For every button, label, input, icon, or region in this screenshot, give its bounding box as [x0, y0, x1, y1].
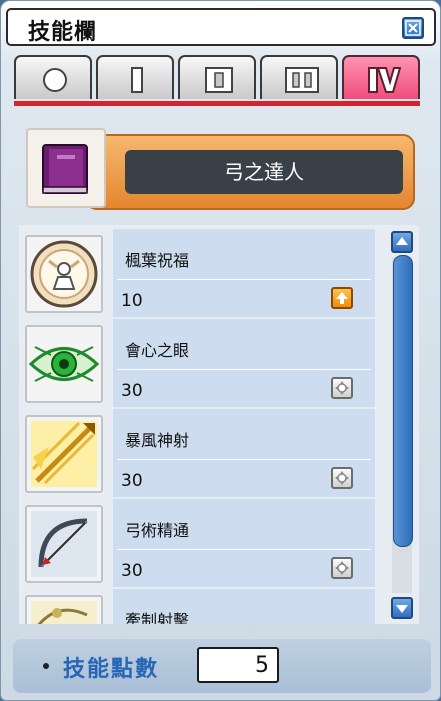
skill-info: 暴風神射 30	[113, 409, 375, 497]
tab-job-1[interactable]	[96, 55, 174, 99]
divider	[117, 369, 371, 370]
arrows-icon	[335, 471, 349, 485]
tab-job-4[interactable]	[342, 55, 420, 99]
skill-level: 30	[121, 381, 143, 401]
skill-points-value: 5	[255, 653, 269, 678]
arrows-icon	[335, 381, 349, 395]
arrows-icon	[335, 561, 349, 575]
maple-warrior-icon	[30, 240, 98, 308]
job-panel: 弓之達人	[23, 125, 420, 213]
skill-name: 牽制射擊	[125, 611, 190, 624]
job-tabs	[14, 53, 420, 101]
skill-icon-frame[interactable]	[25, 325, 103, 403]
skill-row: 楓葉祝福 10	[19, 229, 387, 317]
skill-row: 弓術精通 30	[19, 499, 387, 587]
tab-job-3[interactable]	[260, 55, 338, 99]
job-name: 弓之達人	[125, 150, 403, 194]
skill-name: 弓術精通	[125, 521, 190, 540]
skill-info: 牽制射擊	[113, 589, 375, 624]
scrollbar[interactable]	[388, 227, 416, 625]
scroll-up-button[interactable]	[391, 231, 413, 253]
skill-points-box: 5	[197, 647, 279, 683]
skill-level: 10	[121, 291, 143, 311]
divider	[117, 549, 371, 550]
bullet-icon	[43, 663, 49, 669]
arrow-up-icon	[336, 292, 348, 304]
level-up-button[interactable]	[331, 557, 353, 579]
bow-expert-icon	[31, 511, 97, 577]
job-book-frame	[26, 128, 106, 208]
tab-divider	[14, 101, 420, 106]
job-name-bar: 弓之達人	[85, 134, 415, 210]
skill-row: 會心之眼 30	[19, 319, 387, 407]
tab-job-2[interactable]	[178, 55, 256, 99]
skill-name: 暴風神射	[125, 431, 190, 450]
skill-book-icon	[42, 144, 88, 194]
skill-info: 會心之眼 30	[113, 319, 375, 407]
scroll-down-button[interactable]	[391, 597, 413, 619]
tab-beginner[interactable]	[14, 55, 92, 99]
skill-icon-frame[interactable]	[25, 595, 103, 624]
roman-three-icon	[285, 67, 319, 93]
divider	[117, 279, 371, 280]
level-up-button[interactable]	[331, 467, 353, 489]
sharp-eyes-icon	[28, 346, 100, 382]
level-up-button[interactable]	[331, 377, 353, 399]
roman-four-icon	[368, 67, 401, 93]
roman-one-icon	[131, 67, 143, 93]
title-bar[interactable]: 技能欄	[6, 8, 436, 46]
skill-row: 牽制射擊	[19, 589, 387, 624]
arrow-up-icon	[396, 237, 408, 245]
circle-icon	[43, 68, 67, 92]
skill-window: 技能欄 弓之達人 楓葉祝福 10 會心之眼 30 暴風神射 30 弓術精通 30…	[0, 0, 441, 701]
skill-list: 楓葉祝福 10 會心之眼 30 暴風神射 30 弓術精通 30 牽制射擊	[19, 225, 419, 624]
skill-name: 會心之眼	[125, 341, 190, 360]
skill-name: 楓葉祝福	[125, 251, 190, 270]
skill-icon-frame[interactable]	[25, 235, 103, 313]
skill-info: 弓術精通 30	[113, 499, 375, 587]
hurricane-icon	[31, 421, 97, 487]
skill-row: 暴風神射 30	[19, 409, 387, 497]
concentrate-icon	[31, 601, 97, 624]
window-title: 技能欄	[28, 20, 98, 45]
roman-two-icon	[205, 67, 233, 93]
skill-info: 楓葉祝福 10	[113, 229, 375, 317]
skill-points-bar: 技能點數 5	[13, 639, 431, 693]
skill-level: 30	[121, 561, 143, 581]
level-up-button[interactable]	[331, 287, 353, 309]
close-icon	[405, 20, 421, 36]
scroll-thumb[interactable]	[393, 255, 413, 547]
skill-points-label: 技能點數	[63, 657, 160, 682]
skill-level: 30	[121, 471, 143, 491]
arrow-down-icon	[396, 605, 408, 613]
divider	[117, 459, 371, 460]
skill-icon-frame[interactable]	[25, 505, 103, 583]
skill-icon-frame[interactable]	[25, 415, 103, 493]
close-button[interactable]	[402, 17, 424, 39]
